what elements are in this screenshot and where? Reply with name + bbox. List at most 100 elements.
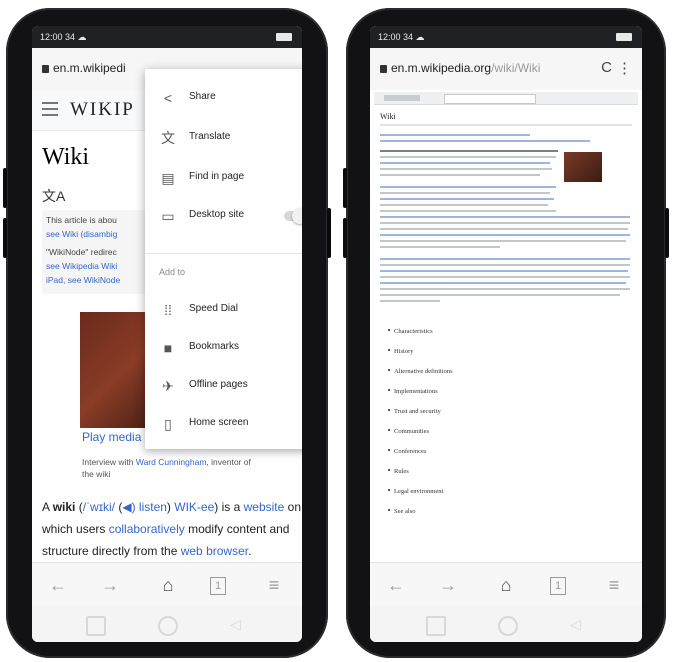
desktop-icon: ▭ xyxy=(161,208,175,224)
menu-item-offline-pages[interactable]: ✈ Offline pages xyxy=(145,367,302,405)
right-phone: 12:00 34 ☁ en.m.wikipedia.org/wiki/Wiki … xyxy=(343,8,669,658)
system-back-icon[interactable]: ◁ xyxy=(570,616,586,632)
forward-icon[interactable]: → xyxy=(98,573,122,597)
text-line xyxy=(380,240,626,242)
wiki-logo[interactable]: WIKIP xyxy=(70,99,135,121)
collaboratively-link[interactable]: collaboratively xyxy=(109,522,185,536)
menu-item-find-in-page[interactable]: ▤ Find in page xyxy=(145,159,302,197)
web-browser-link[interactable]: web browser xyxy=(181,544,248,558)
menu-item-speed-dial[interactable]: ⁞⁞ Speed Dial xyxy=(145,291,302,329)
media-caption: Interview with Ward Cunningham, inventor… xyxy=(82,457,251,479)
menu-icon[interactable]: ≡ xyxy=(602,573,626,597)
hamburger-icon[interactable] xyxy=(42,102,58,120)
text-line xyxy=(380,162,550,164)
home-circle-icon[interactable] xyxy=(498,616,518,636)
website-link[interactable]: website xyxy=(244,500,285,514)
toc-item[interactable]: See also xyxy=(388,508,415,515)
system-back-icon[interactable]: ◁ xyxy=(230,616,246,632)
volume-button xyxy=(3,218,7,258)
browser-nav-bar: ← → ⌂ 1 ≡ xyxy=(32,562,302,607)
article-intro: A wiki (/ˈwɪki/ (◀) listen) WIK-ee) is a… xyxy=(42,500,301,558)
caption-link[interactable]: Ward Cunningham xyxy=(136,457,207,467)
toc-item[interactable]: Rules xyxy=(388,468,409,475)
text-line xyxy=(380,124,632,126)
status-bar: 12:00 34 ☁ xyxy=(32,26,302,48)
speed-dial-icon: ⁞⁞ xyxy=(164,302,172,318)
text-line xyxy=(380,216,630,218)
reload-icon[interactable]: C xyxy=(601,59,612,76)
text-line xyxy=(380,174,540,176)
back-icon[interactable]: ← xyxy=(46,573,70,597)
pronunciation-link[interactable]: WIK-ee xyxy=(174,500,214,514)
battery-icon xyxy=(276,33,292,41)
menu-item-desktop-site[interactable]: ▭ Desktop site xyxy=(145,197,302,235)
home-icon[interactable]: ⌂ xyxy=(156,573,180,597)
language-icon[interactable]: 文A xyxy=(42,186,65,206)
status-bar: 12:00 34 ☁ xyxy=(370,26,642,48)
home-circle-icon[interactable] xyxy=(158,616,178,636)
status-time: 12:00 34 ☁ xyxy=(378,32,425,42)
right-screen: 12:00 34 ☁ en.m.wikipedia.org/wiki/Wiki … xyxy=(370,26,642,642)
bookmark-icon: ■ xyxy=(163,340,173,356)
listen-link[interactable]: ◀) listen xyxy=(122,500,167,514)
text-line xyxy=(380,156,556,158)
toc-item[interactable]: Trust and security xyxy=(388,408,441,415)
text-line xyxy=(380,258,630,260)
browser-nav-bar: ← → ⌂ 1 ≡ xyxy=(370,562,642,607)
hatnote-line: This article is abou xyxy=(46,215,117,225)
text-line xyxy=(380,198,554,200)
portrait-image[interactable] xyxy=(564,152,602,182)
toc-item[interactable]: Characteristics xyxy=(388,328,433,335)
text-line xyxy=(380,234,630,236)
menu-item-home-screen[interactable]: ▯ Home screen xyxy=(145,405,302,443)
back-icon[interactable]: ← xyxy=(384,573,408,597)
toc-item[interactable]: Communities xyxy=(388,428,429,435)
hatnote-link[interactable]: iPad, see WikiNode xyxy=(46,275,120,285)
menu-item-bookmarks[interactable]: ■ Bookmarks xyxy=(145,329,302,367)
volume-button xyxy=(3,168,7,208)
menu-icon[interactable]: ≡ xyxy=(262,573,286,597)
address-bar[interactable]: en.m.wikipedia.org/wiki/Wiki C ⋮ xyxy=(370,48,642,91)
tabs-icon[interactable]: 1 xyxy=(550,577,566,595)
text-line xyxy=(380,270,628,272)
hatnote-link[interactable]: see Wikipedia Wiki xyxy=(46,261,117,271)
status-time: 12:00 34 ☁ xyxy=(40,32,87,42)
more-icon[interactable]: ⋮ xyxy=(617,59,632,77)
text-line xyxy=(380,204,548,206)
toc-item[interactable]: Implementations xyxy=(388,388,438,395)
text-line xyxy=(380,288,630,290)
tabs-icon[interactable]: 1 xyxy=(210,577,226,595)
home-icon[interactable]: ⌂ xyxy=(494,573,518,597)
text-line xyxy=(380,246,500,248)
hatnote-link[interactable]: see Wiki (disambig xyxy=(46,229,117,239)
translate-icon: 文 xyxy=(161,130,175,146)
menu-divider xyxy=(145,253,302,254)
text-line xyxy=(380,140,590,142)
text-line xyxy=(380,294,620,296)
left-screen: 12:00 34 ☁ en.m.wikipedi WIKIP Wiki 文A T… xyxy=(32,26,302,642)
page-title: Wiki xyxy=(42,144,90,170)
menu-item-share[interactable]: < Share xyxy=(145,79,302,117)
url-text[interactable]: en.m.wikipedi xyxy=(42,61,126,75)
desktop-site-toggle[interactable] xyxy=(284,208,302,224)
left-phone: 12:00 34 ☁ en.m.wikipedi WIKIP Wiki 文A T… xyxy=(3,8,331,658)
power-button xyxy=(327,208,331,258)
recents-icon[interactable] xyxy=(86,616,106,636)
menu-item-translate[interactable]: 文 Translate xyxy=(145,119,302,157)
recents-icon[interactable] xyxy=(426,616,446,636)
system-nav-bar: ◁ xyxy=(32,606,302,642)
url-text[interactable]: en.m.wikipedia.org/wiki/Wiki xyxy=(380,61,540,75)
toc-item[interactable]: Conferences xyxy=(388,448,426,455)
browser-menu: < Share 文 Translate ▤ Find in page ▭ Des… xyxy=(145,69,302,449)
text-line xyxy=(380,264,630,266)
text-line xyxy=(380,168,552,170)
ipa-link[interactable]: /ˈwɪki/ xyxy=(83,500,115,514)
battery-icon xyxy=(616,33,632,41)
desktop-toolbar xyxy=(374,92,638,105)
text-line xyxy=(380,282,626,284)
forward-icon[interactable]: → xyxy=(436,573,460,597)
play-media-link[interactable]: Play media xyxy=(82,430,141,444)
toc-item[interactable]: Legal environment xyxy=(388,488,443,495)
toc-item[interactable]: History xyxy=(388,348,414,355)
toc-item[interactable]: Alternative definitions xyxy=(388,368,453,375)
